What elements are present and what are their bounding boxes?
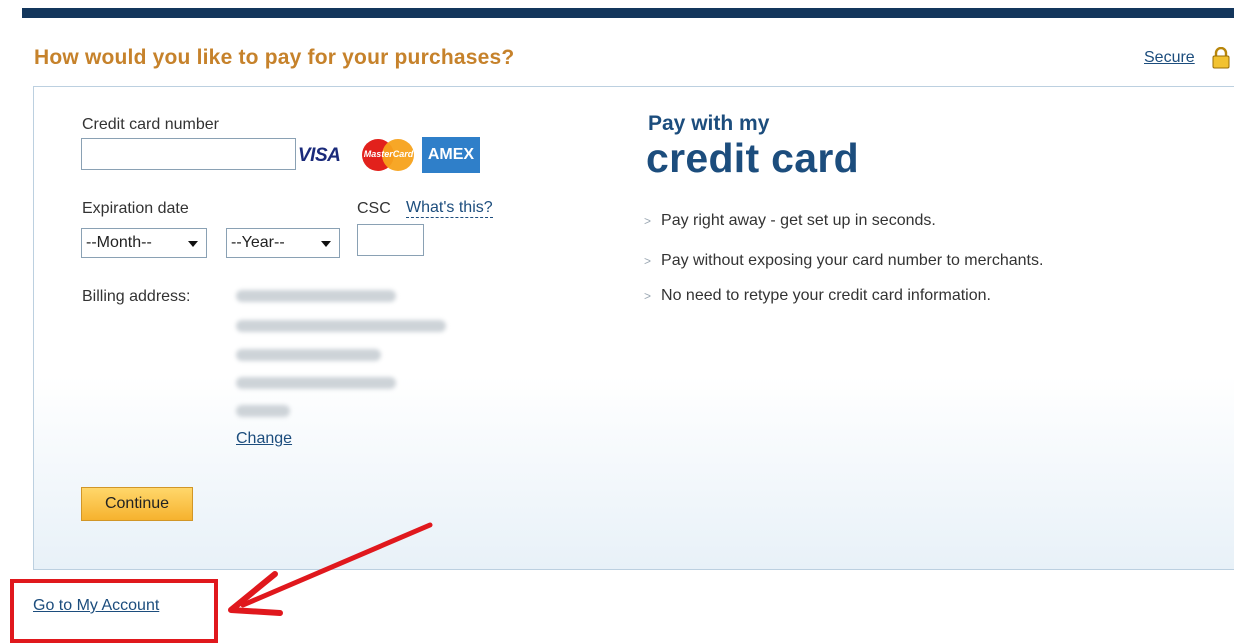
chevron-right-icon: > [644, 254, 652, 268]
lock-icon [1212, 47, 1230, 69]
benefit-text: Pay without exposing your card number to… [661, 252, 1044, 269]
address-line [236, 290, 396, 302]
card-number-input[interactable] [81, 138, 296, 170]
expiration-label: Expiration date [82, 200, 189, 217]
secure-link[interactable]: Secure [1144, 49, 1195, 67]
amex-logo: AMEX [422, 137, 480, 173]
top-bar [22, 8, 1234, 18]
billing-address-label: Billing address: [82, 288, 191, 305]
chevron-down-icon [321, 241, 331, 247]
visa-logo: VISA [298, 145, 341, 166]
benefit-item: > No need to retype your credit card info… [644, 287, 991, 305]
month-select-value: --Month-- [86, 234, 152, 251]
card-number-label: Credit card number [82, 116, 219, 133]
annotation-arrow-icon [228, 522, 433, 616]
benefit-item: > Pay without exposing your card number t… [644, 252, 1043, 270]
address-line [236, 349, 381, 361]
benefit-text: No need to retype your credit card infor… [661, 287, 991, 304]
chevron-right-icon: > [644, 214, 652, 228]
benefit-item: > Pay right away - get set up in seconds. [644, 212, 936, 230]
address-line [236, 320, 446, 332]
address-line [236, 405, 290, 417]
year-select[interactable]: --Year-- [226, 228, 340, 258]
pay-heading-small: Pay with my [648, 112, 770, 135]
csc-input[interactable] [357, 224, 424, 256]
annotation-highlight-box [10, 579, 218, 643]
chevron-down-icon [188, 241, 198, 247]
continue-button[interactable]: Continue [81, 487, 193, 521]
year-select-value: --Year-- [231, 234, 285, 251]
csc-label: CSC [357, 200, 391, 217]
chevron-right-icon: > [644, 289, 652, 303]
change-address-link[interactable]: Change [236, 430, 292, 448]
page-title: How would you like to pay for your purch… [34, 46, 515, 69]
benefit-text: Pay right away - get set up in seconds. [661, 212, 936, 229]
pay-heading-big: credit card [646, 135, 859, 181]
month-select[interactable]: --Month-- [81, 228, 207, 258]
whats-this-link[interactable]: What's this? [406, 199, 493, 218]
mastercard-logo-text: MasterCard [363, 149, 414, 159]
mastercard-logo: MasterCard [360, 137, 417, 173]
address-line [236, 377, 396, 389]
